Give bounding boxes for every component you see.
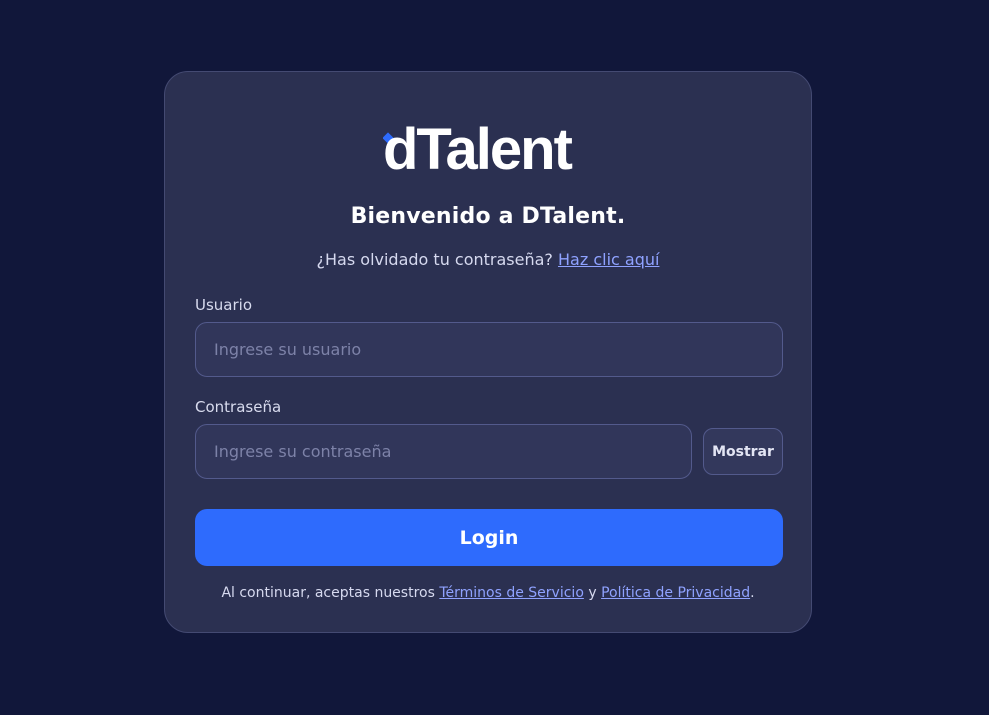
forgot-password-link[interactable]: Haz clic aquí: [558, 250, 659, 269]
terms-prefix: Al continuar, aceptas nuestros: [221, 585, 435, 601]
show-password-button[interactable]: Mostrar: [703, 428, 783, 475]
login-card: dTalent Bienvenido a DTalent. ¿Has olvid…: [164, 71, 812, 633]
password-label: Contraseña: [195, 398, 282, 416]
page-title: Bienvenido a DTalent.: [350, 204, 626, 229]
forgot-password-text: ¿Has olvidado tu contraseña?: [316, 250, 553, 269]
login-button[interactable]: Login: [195, 509, 783, 566]
forgot-password-line: ¿Has olvidado tu contraseña? Haz clic aq…: [165, 250, 811, 269]
privacy-policy-link[interactable]: Política de Privacidad: [601, 585, 750, 601]
terms-of-service-link[interactable]: Términos de Servicio: [439, 585, 584, 601]
logo-wordmark: dTalent: [383, 120, 573, 176]
terms-notice: Al continuar, aceptas nuestros Términos …: [165, 585, 811, 601]
terms-conjunction: y: [588, 585, 597, 601]
username-input[interactable]: [195, 322, 783, 377]
terms-suffix: .: [750, 585, 755, 601]
dtalent-logo: dTalent: [383, 120, 603, 176]
username-label: Usuario: [195, 296, 253, 314]
password-input[interactable]: [195, 424, 692, 479]
